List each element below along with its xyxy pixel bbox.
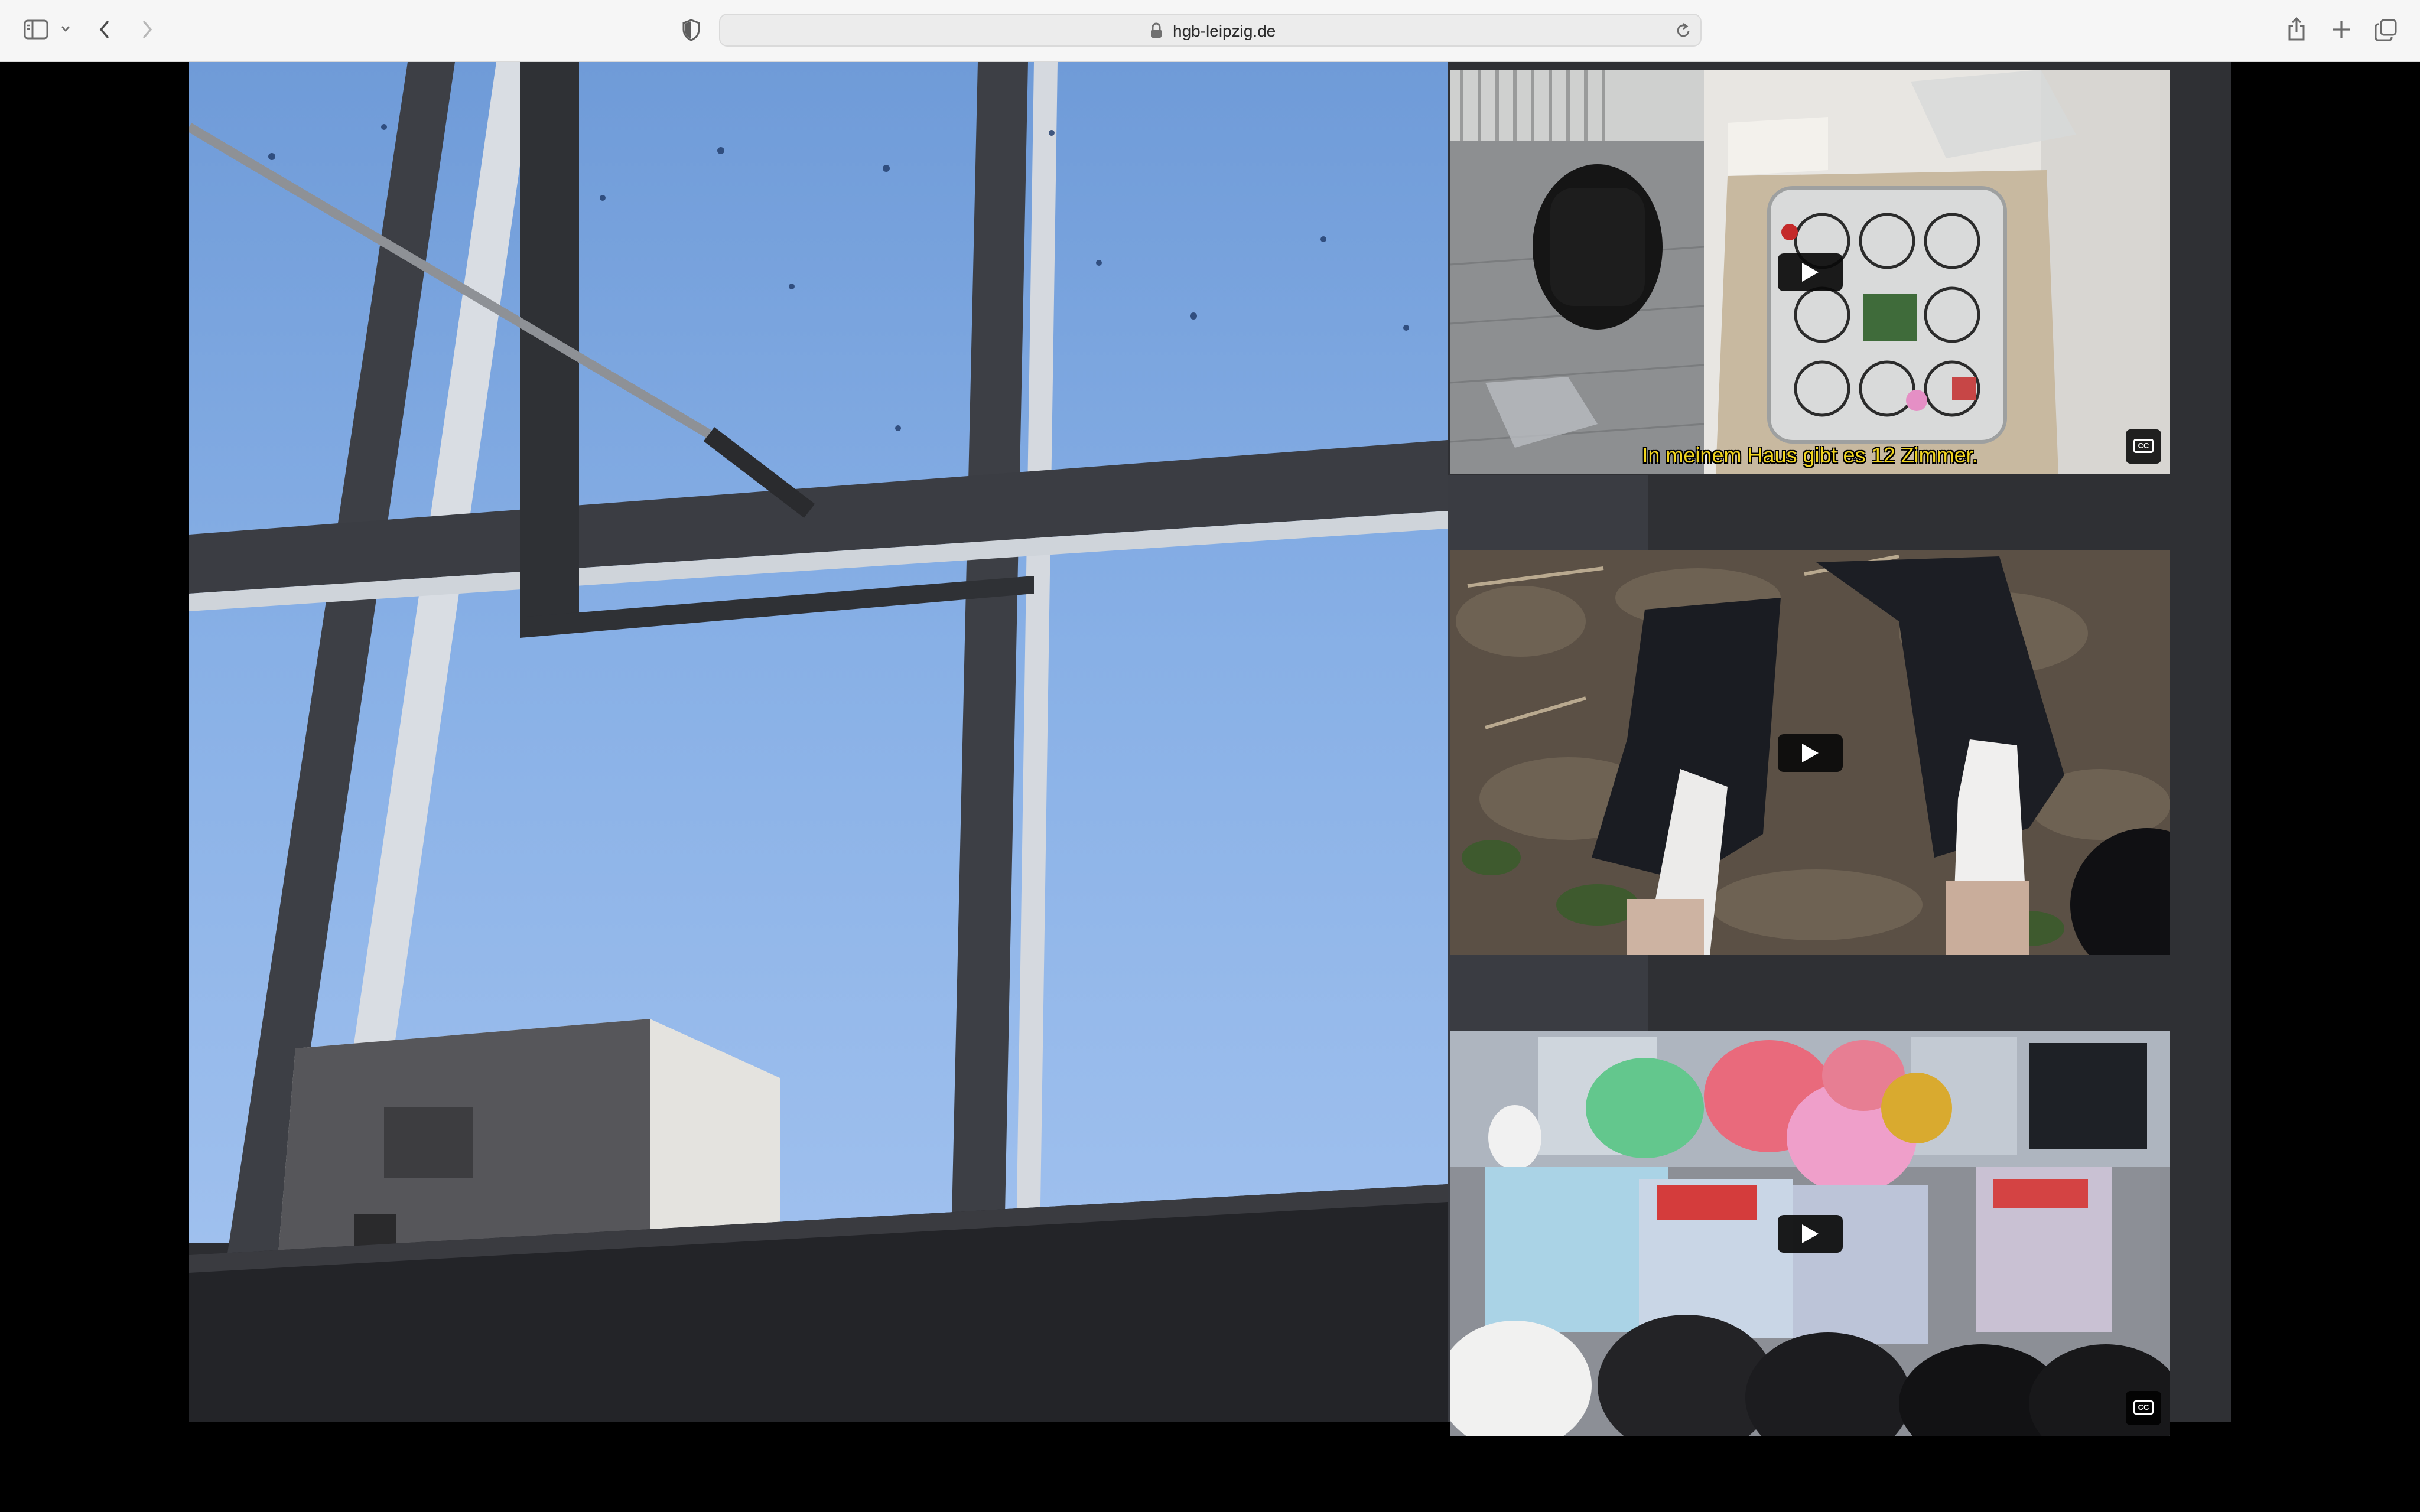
chevron-right-icon[interactable] <box>141 19 154 40</box>
closed-captions-icon: CC <box>2133 439 2154 453</box>
chevron-down-icon[interactable] <box>60 25 71 33</box>
plus-icon[interactable] <box>2331 19 2352 40</box>
video-1-play-button[interactable] <box>1778 253 1843 291</box>
browser-toolbar: hgb-leipzig.de <box>0 0 2420 62</box>
lock-icon <box>1150 22 1163 42</box>
tabs-overview-icon[interactable] <box>2374 18 2398 42</box>
url-text: hgb-leipzig.de <box>1173 22 1276 40</box>
play-icon <box>1802 263 1819 282</box>
address-bar[interactable]: hgb-leipzig.de <box>719 14 1702 47</box>
video-player-1[interactable]: In meinem Haus gibt es 12 Zimmer. CC <box>1450 70 2170 474</box>
reload-icon[interactable] <box>1674 22 1692 43</box>
share-icon[interactable] <box>2286 17 2307 41</box>
closed-captions-icon: CC <box>2133 1400 2154 1415</box>
video-player-3[interactable]: CC <box>1450 1031 2170 1436</box>
video-3-play-button[interactable] <box>1778 1215 1843 1253</box>
play-icon <box>1802 744 1819 762</box>
video-3-cc-button[interactable]: CC <box>2126 1391 2161 1425</box>
shield-icon[interactable] <box>682 19 701 41</box>
sidebar-icon[interactable] <box>24 19 48 40</box>
play-icon <box>1802 1224 1819 1243</box>
video-2-play-button[interactable] <box>1778 734 1843 772</box>
video-1-subtitle: In meinem Haus gibt es 12 Zimmer. <box>1642 443 1978 467</box>
chevron-left-icon[interactable] <box>98 19 111 40</box>
video-player-2[interactable] <box>1450 550 2170 955</box>
video-1-cc-button[interactable]: CC <box>2126 429 2161 464</box>
